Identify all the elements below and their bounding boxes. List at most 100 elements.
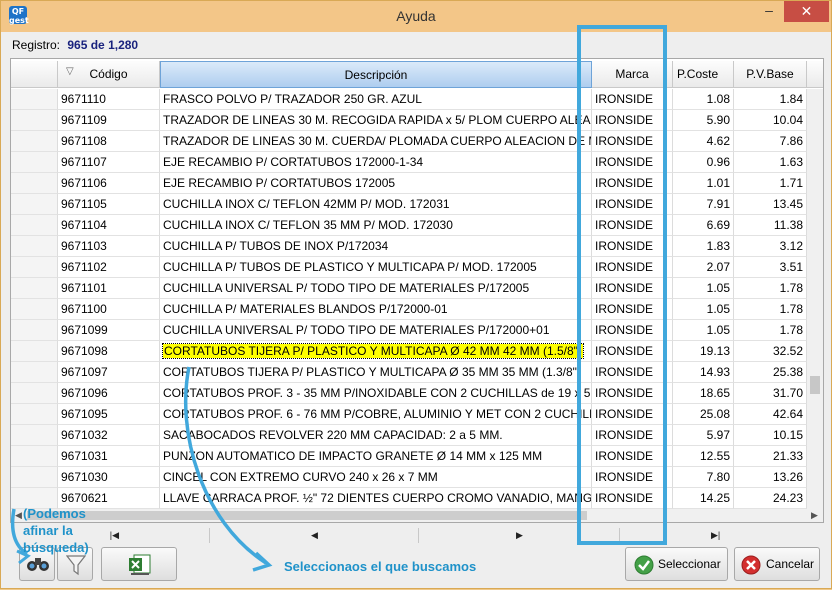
cell-marca: IRONSIDE bbox=[592, 278, 673, 299]
row-selector[interactable] bbox=[11, 446, 58, 467]
table-row[interactable]: 9671103 CUCHILLA P/ TUBOS DE INOX P/17203… bbox=[11, 236, 807, 257]
cell-coste: 5.97 bbox=[673, 425, 734, 446]
cell-coste: 6.69 bbox=[673, 215, 734, 236]
table-row[interactable]: 9671098 CORTATUBOS TIJERA P/ PLASTICO Y M… bbox=[11, 341, 807, 362]
table-row[interactable]: 9671099 CUCHILLA UNIVERSAL P/ TODO TIPO D… bbox=[11, 320, 807, 341]
cell-coste: 1.08 bbox=[673, 89, 734, 110]
horizontal-scrollbar[interactable]: ◀ ▶ bbox=[11, 509, 823, 522]
cell-marca: IRONSIDE bbox=[592, 467, 673, 488]
table-row[interactable]: 9671106 EJE RECAMBIO P/ CORTATUBOS 172005… bbox=[11, 173, 807, 194]
cell-marca: IRONSIDE bbox=[592, 362, 673, 383]
row-selector[interactable] bbox=[11, 173, 58, 194]
cell-pvbase: 1.84 bbox=[734, 89, 807, 110]
cell-marca: IRONSIDE bbox=[592, 488, 673, 509]
seleccionar-button[interactable]: Seleccionar bbox=[625, 547, 728, 581]
vertical-scroll-thumb[interactable] bbox=[810, 376, 820, 394]
cell-marca: IRONSIDE bbox=[592, 425, 673, 446]
header-descripcion[interactable]: Descripción bbox=[160, 61, 592, 88]
row-selector[interactable] bbox=[11, 404, 58, 425]
table-row[interactable]: 9671108 TRAZADOR DE LINEAS 30 M. CUERDA/ … bbox=[11, 131, 807, 152]
cell-descripcion: EJE RECAMBIO P/ CORTATUBOS 172005 bbox=[160, 173, 592, 194]
cell-codigo: 9671110 bbox=[58, 89, 160, 110]
table-row[interactable]: 9671097 CORTATUBOS TIJERA P/ PLASTICO Y M… bbox=[11, 362, 807, 383]
row-selector[interactable] bbox=[11, 320, 58, 341]
table-row[interactable]: 9670621 LLAVE CARRACA PROF. ½" 72 DIENTES… bbox=[11, 488, 807, 509]
row-selector[interactable] bbox=[11, 362, 58, 383]
cell-descripcion: CORTATUBOS PROF. 6 - 76 MM P/COBRE, ALUM… bbox=[160, 404, 592, 425]
table-row[interactable]: 9671032 SACABOCADOS REVOLVER 220 MM CAPAC… bbox=[11, 425, 807, 446]
header-marca[interactable]: Marca bbox=[592, 61, 673, 88]
table-row[interactable]: 9671109 TRAZADOR DE LINEAS 30 M. RECOGIDA… bbox=[11, 110, 807, 131]
cell-marca: IRONSIDE bbox=[592, 173, 673, 194]
row-selector[interactable] bbox=[11, 425, 58, 446]
table-row[interactable]: 9671104 CUCHILLA INOX C/ TEFLON 35 MM P/ … bbox=[11, 215, 807, 236]
row-selector[interactable] bbox=[11, 299, 58, 320]
scroll-left-icon[interactable]: ◀ bbox=[15, 510, 22, 521]
cancel-icon bbox=[741, 555, 761, 575]
cell-descripcion: CUCHILLA P/ TUBOS DE PLASTICO Y MULTICAP… bbox=[160, 257, 592, 278]
cell-descripcion: CUCHILLA P/ MATERIALES BLANDOS P/172000-… bbox=[160, 299, 592, 320]
table-row[interactable]: 9671031 PUNZON AUTOMATICO DE IMPACTO GRAN… bbox=[11, 446, 807, 467]
table-row[interactable]: 9671100 CUCHILLA P/ MATERIALES BLANDOS P/… bbox=[11, 299, 807, 320]
table-row[interactable]: 9671110 FRASCO POLVO P/ TRAZADOR 250 GR. … bbox=[11, 89, 807, 110]
title-bar[interactable]: QF gest Ayuda – ✕ bbox=[1, 1, 831, 32]
cell-marca: IRONSIDE bbox=[592, 299, 673, 320]
cell-pvbase: 10.04 bbox=[734, 110, 807, 131]
row-selector[interactable] bbox=[11, 152, 58, 173]
row-selector[interactable] bbox=[11, 89, 58, 110]
row-selector[interactable] bbox=[11, 131, 58, 152]
cell-codigo: 9671101 bbox=[58, 278, 160, 299]
header-codigo[interactable]: ▽ Código bbox=[58, 61, 160, 88]
row-selector[interactable] bbox=[11, 215, 58, 236]
header-coste[interactable]: P.Coste bbox=[673, 61, 734, 88]
close-button[interactable]: ✕ bbox=[784, 1, 829, 22]
nav-prev-button[interactable]: ◀ bbox=[211, 528, 419, 543]
cell-marca: IRONSIDE bbox=[592, 341, 673, 362]
table-row[interactable]: 9671101 CUCHILLA UNIVERSAL P/ TODO TIPO D… bbox=[11, 278, 807, 299]
results-grid[interactable]: ▽ Código Descripción Marca P.Coste P.V.B… bbox=[10, 58, 824, 523]
row-selector[interactable] bbox=[11, 383, 58, 404]
table-row[interactable]: 9671105 CUCHILLA INOX C/ TEFLON 42MM P/ M… bbox=[11, 194, 807, 215]
cancelar-button[interactable]: Cancelar bbox=[734, 547, 820, 581]
cell-pvbase: 13.26 bbox=[734, 467, 807, 488]
vertical-scrollbar[interactable] bbox=[807, 89, 823, 509]
row-selector[interactable] bbox=[11, 257, 58, 278]
binoculars-icon bbox=[27, 558, 49, 571]
cell-codigo: 9671104 bbox=[58, 215, 160, 236]
cell-codigo: 9671097 bbox=[58, 362, 160, 383]
cell-codigo: 9671096 bbox=[58, 383, 160, 404]
nav-next-button[interactable]: ▶ bbox=[420, 528, 620, 543]
table-row[interactable]: 9671096 CORTATUBOS PROF. 3 - 35 MM P/INOX… bbox=[11, 383, 807, 404]
row-selector[interactable] bbox=[11, 194, 58, 215]
cell-codigo: 9671099 bbox=[58, 320, 160, 341]
record-counter: Registro: 965 de 1,280 bbox=[12, 38, 138, 52]
cell-codigo: 9671098 bbox=[58, 341, 160, 362]
cell-codigo: 9671109 bbox=[58, 110, 160, 131]
cell-coste: 14.93 bbox=[673, 362, 734, 383]
table-row[interactable]: 9671107 EJE RECAMBIO P/ CORTATUBOS 172000… bbox=[11, 152, 807, 173]
cell-pvbase: 21.33 bbox=[734, 446, 807, 467]
cell-codigo: 9671032 bbox=[58, 425, 160, 446]
cell-pvbase: 31.70 bbox=[734, 383, 807, 404]
row-selector[interactable] bbox=[11, 467, 58, 488]
cell-marca: IRONSIDE bbox=[592, 446, 673, 467]
table-row[interactable]: 9671095 CORTATUBOS PROF. 6 - 76 MM P/COBR… bbox=[11, 404, 807, 425]
row-selector[interactable] bbox=[11, 110, 58, 131]
cell-codigo: 9671107 bbox=[58, 152, 160, 173]
nav-last-button[interactable]: ▶| bbox=[621, 528, 821, 543]
header-pvbase[interactable]: P.V.Base bbox=[734, 61, 807, 88]
cell-coste: 1.05 bbox=[673, 320, 734, 341]
cell-descripcion: EJE RECAMBIO P/ CORTATUBOS 172000-1-34 bbox=[160, 152, 592, 173]
cancelar-label: Cancelar bbox=[766, 557, 815, 571]
table-row[interactable]: 9671102 CUCHILLA P/ TUBOS DE PLASTICO Y M… bbox=[11, 257, 807, 278]
row-selector[interactable] bbox=[11, 341, 58, 362]
row-selector[interactable] bbox=[11, 236, 58, 257]
cell-descripcion: LLAVE CARRACA PROF. ½" 72 DIENTES CUERPO… bbox=[160, 488, 592, 509]
table-row[interactable]: 9671030 CINCEL CON EXTREMO CURVO 240 x 26… bbox=[11, 467, 807, 488]
scroll-right-icon[interactable]: ▶ bbox=[811, 510, 818, 521]
cell-coste: 18.65 bbox=[673, 383, 734, 404]
row-selector[interactable] bbox=[11, 278, 58, 299]
cell-coste: 25.08 bbox=[673, 404, 734, 425]
cell-pvbase: 7.86 bbox=[734, 131, 807, 152]
minimize-button[interactable]: – bbox=[755, 1, 783, 22]
